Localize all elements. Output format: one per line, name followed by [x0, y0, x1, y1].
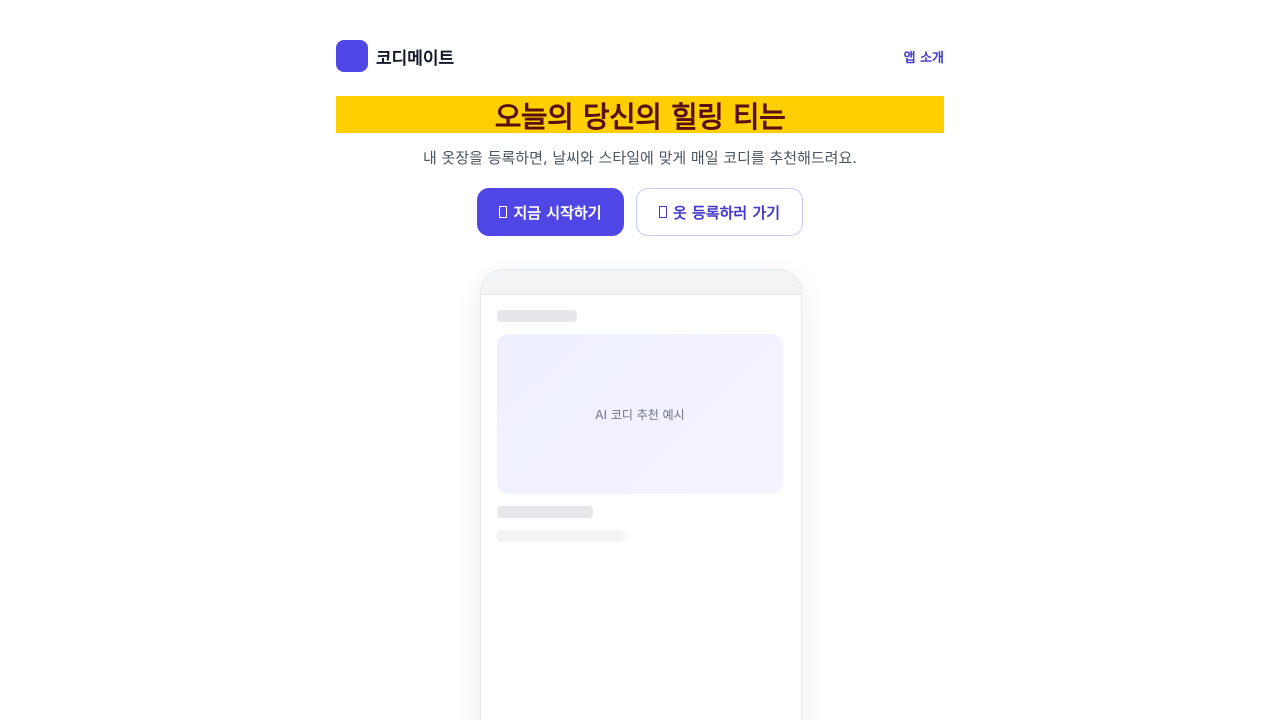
brand[interactable]: 코디메이트: [336, 40, 454, 72]
phone-mockup: AI 코디 추천 예시: [480, 269, 802, 720]
placeholder-glyph-icon: [658, 206, 667, 218]
header: 코디메이트 앱 소개: [336, 40, 944, 72]
hero-subtitle: 내 옷장을 등록하면, 날씨와 스타일에 맞게 매일 코디를 추천해드려요.: [422, 149, 858, 167]
skeleton-line: [497, 506, 593, 518]
skeleton-line: [497, 310, 577, 322]
phone-status-bar: [481, 270, 801, 295]
start-now-button[interactable]: 지금 시작하기: [477, 188, 624, 236]
page-container: 코디메이트 앱 소개 오늘의 당신의 힐링 티는 내 옷장을 등록하면, 날씨와…: [336, 40, 944, 720]
placeholder-glyph-icon: [499, 206, 508, 218]
preview-card-label: AI 코디 추천 예시: [595, 407, 685, 422]
brand-name: 코디메이트: [376, 48, 455, 69]
register-clothes-label: 옷 등록하러 가기: [672, 203, 781, 222]
hero-title: 오늘의 당신의 힐링 티는: [336, 96, 944, 134]
app-logo-icon: [336, 40, 368, 72]
cta-row: 지금 시작하기 옷 등록하러 가기: [336, 188, 944, 236]
start-now-label: 지금 시작하기: [513, 203, 602, 222]
skeleton-line: [497, 530, 625, 542]
nav-about-link[interactable]: 앱 소개: [904, 47, 944, 66]
recommendation-preview-card: AI 코디 추천 예시: [497, 334, 783, 494]
register-clothes-button[interactable]: 옷 등록하러 가기: [636, 188, 803, 236]
